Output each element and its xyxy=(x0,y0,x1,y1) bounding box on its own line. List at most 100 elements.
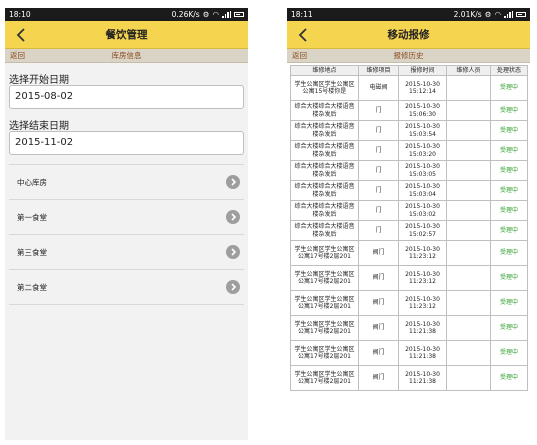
item-cell: 电磁阀 xyxy=(358,75,399,101)
status-cell: 受理中 xyxy=(490,75,528,101)
chevron-right-icon xyxy=(226,175,240,189)
sub-nav-bar: 返回 报修历史 xyxy=(287,49,530,63)
chevron-right-icon xyxy=(226,210,240,224)
wifi-icon: ◠ xyxy=(212,10,219,19)
staff-cell xyxy=(446,75,491,101)
end-date-field[interactable]: 2015-11-02 xyxy=(9,131,244,155)
staff-cell xyxy=(446,160,491,181)
table-row[interactable]: 学生公寓区学生公寓区公寓17号楼2层201 阀门 2015-10-30 11:21:… xyxy=(290,340,528,366)
column-header: 维修地点 xyxy=(290,65,359,76)
item-cell: 门 xyxy=(358,140,399,161)
item-cell: 阀门 xyxy=(358,265,399,291)
status-bar: 18:11 2.01K/s ⚙ ◠ xyxy=(287,8,530,21)
table-row[interactable]: 综合大楼综合大楼语音楼杂发后门 2015-10-30 15:03:54 受理中 xyxy=(290,120,528,141)
staff-cell xyxy=(446,240,491,266)
item-cell: 阀门 xyxy=(358,240,399,266)
warehouse-item[interactable]: 第二食堂 xyxy=(9,270,244,305)
table-row[interactable]: 综合大楼综合大楼语音楼杂发后门 2015-10-30 15:02:57 受理中 xyxy=(290,220,528,241)
warehouse-label: 第三食堂 xyxy=(17,247,47,257)
start-date-field[interactable]: 2015-08-02 xyxy=(9,85,244,109)
table-row[interactable]: 学生公寓区学生公寓区公寓17号楼2层201 阀门 2015-10-30 11:21:… xyxy=(290,315,528,341)
warehouse-item[interactable]: 第一食堂 xyxy=(9,200,244,235)
status-time: 18:11 xyxy=(291,10,313,19)
table-row[interactable]: 综合大楼综合大楼语音楼杂发后门 2015-10-30 15:03:02 受理中 xyxy=(290,200,528,221)
column-header: 维修项目 xyxy=(358,65,399,76)
item-cell: 门 xyxy=(358,160,399,181)
item-cell: 阀门 xyxy=(358,340,399,366)
sub-nav-bar: 返回 库房信息 xyxy=(5,49,248,63)
table-body: 学生公寓区学生公寓区公寓15号楼你是 电磁阀 2015-10-30 15:12:14… xyxy=(290,75,528,391)
time-cell: 2015-10-30 15:12:14 xyxy=(398,75,447,101)
table-row[interactable]: 学生公寓区学生公寓区公寓17号楼2层201 阀门 2015-10-30 11:23:… xyxy=(290,290,528,316)
location-cell: 综合大楼综合大楼语音楼杂发后 xyxy=(290,100,359,121)
time-cell: 2015-10-30 15:03:02 xyxy=(398,200,447,221)
location-cell: 学生公寓区学生公寓区公寓15号楼你是 xyxy=(290,75,359,101)
time-cell: 2015-10-30 11:23:12 xyxy=(398,290,447,316)
warehouse-list: 中心库房 第一食堂 第三食堂 第二食堂 xyxy=(5,165,248,305)
status-cell: 受理中 xyxy=(490,160,528,181)
repair-history-screen: 18:11 2.01K/s ⚙ ◠ 移动报修 返回 报修历史 维修地点 维修项目… xyxy=(287,8,530,445)
warehouse-label: 第一食堂 xyxy=(17,212,47,222)
staff-cell xyxy=(446,180,491,201)
time-cell: 2015-10-30 11:21:38 xyxy=(398,315,447,341)
time-cell: 2015-10-30 15:06:30 xyxy=(398,100,447,121)
staff-cell xyxy=(446,315,491,341)
column-header: 维修人员 xyxy=(446,65,491,76)
location-cell: 学生公寓区学生公寓区公寓17号楼2层201 xyxy=(290,340,359,366)
location-cell: 综合大楼综合大楼语音楼杂发后 xyxy=(290,140,359,161)
location-cell: 学生公寓区学生公寓区公寓17号楼2层201 xyxy=(290,315,359,341)
battery-icon xyxy=(516,12,526,17)
staff-cell xyxy=(446,290,491,316)
status-cell: 受理中 xyxy=(490,140,528,161)
network-speed: 0.26K/s xyxy=(171,10,200,19)
item-cell: 门 xyxy=(358,100,399,121)
warehouse-item[interactable]: 中心库房 xyxy=(9,165,244,200)
time-cell: 2015-10-30 15:03:04 xyxy=(398,180,447,201)
location-cell: 学生公寓区学生公寓区公寓17号楼2层201 xyxy=(290,240,359,266)
status-cell: 受理中 xyxy=(490,120,528,141)
sub-title: 库房信息 xyxy=(111,51,142,60)
staff-cell xyxy=(446,365,491,391)
column-header: 处理状态 xyxy=(490,65,528,76)
page-title: 餐饮管理 xyxy=(105,29,148,41)
table-row[interactable]: 学生公寓区学生公寓区公寓17号楼2层201 阀门 2015-10-30 11:21:… xyxy=(290,365,528,391)
time-cell: 2015-10-30 15:02:57 xyxy=(398,220,447,241)
warehouse-label: 中心库房 xyxy=(17,177,47,187)
location-cell: 综合大楼综合大楼语音楼杂发后 xyxy=(290,180,359,201)
status-cell: 受理中 xyxy=(490,315,528,341)
status-cell: 受理中 xyxy=(490,265,528,291)
table-row[interactable]: 综合大楼综合大楼语音楼杂发后门 2015-10-30 15:03:20 受理中 xyxy=(290,140,528,161)
wifi-icon: ◠ xyxy=(494,10,501,19)
table-row[interactable]: 综合大楼综合大楼语音楼杂发后门 2015-10-30 15:03:04 受理中 xyxy=(290,180,528,201)
location-cell: 综合大楼综合大楼语音楼杂发后 xyxy=(290,160,359,181)
status-cell: 受理中 xyxy=(490,200,528,221)
warehouse-item[interactable]: 第三食堂 xyxy=(9,235,244,270)
staff-cell xyxy=(446,200,491,221)
time-cell: 2015-10-30 15:03:54 xyxy=(398,120,447,141)
settings-icon: ⚙ xyxy=(484,10,492,19)
chevron-right-icon xyxy=(226,245,240,259)
status-time: 18:10 xyxy=(9,10,31,19)
status-cell: 受理中 xyxy=(490,180,528,201)
table-row[interactable]: 学生公寓区学生公寓区公寓17号楼2层201 阀门 2015-10-30 11:23:… xyxy=(290,265,528,291)
location-cell: 综合大楼综合大楼语音楼杂发后 xyxy=(290,220,359,241)
battery-icon xyxy=(234,12,244,17)
table-row[interactable]: 学生公寓区学生公寓区公寓15号楼你是 电磁阀 2015-10-30 15:12:14… xyxy=(290,75,528,101)
table-row[interactable]: 学生公寓区学生公寓区公寓17号楼2层201 阀门 2015-10-30 11:23:… xyxy=(290,240,528,266)
staff-cell xyxy=(446,265,491,291)
item-cell: 阀门 xyxy=(358,365,399,391)
status-cell: 受理中 xyxy=(490,340,528,366)
back-arrow-icon[interactable] xyxy=(11,26,31,44)
status-bar: 18:10 0.26K/s ⚙ ◠ xyxy=(5,8,248,21)
location-cell: 学生公寓区学生公寓区公寓17号楼2层201 xyxy=(290,365,359,391)
item-cell: 门 xyxy=(358,220,399,241)
table-row[interactable]: 综合大楼综合大楼语音楼杂发后门 2015-10-30 15:03:05 受理中 xyxy=(290,160,528,181)
sub-title: 报修历史 xyxy=(393,51,424,60)
table-row[interactable]: 综合大楼综合大楼语音楼杂发后门 2015-10-30 15:06:30 受理中 xyxy=(290,100,528,121)
item-cell: 阀门 xyxy=(358,315,399,341)
app-title-bar: 餐饮管理 xyxy=(5,21,248,49)
back-arrow-icon[interactable] xyxy=(293,26,313,44)
time-cell: 2015-10-30 11:23:12 xyxy=(398,240,447,266)
catering-screen: 18:10 0.26K/s ⚙ ◠ 餐饮管理 返回 库房信息 选择开始日期 20… xyxy=(5,8,248,440)
time-cell: 2015-10-30 15:03:05 xyxy=(398,160,447,181)
